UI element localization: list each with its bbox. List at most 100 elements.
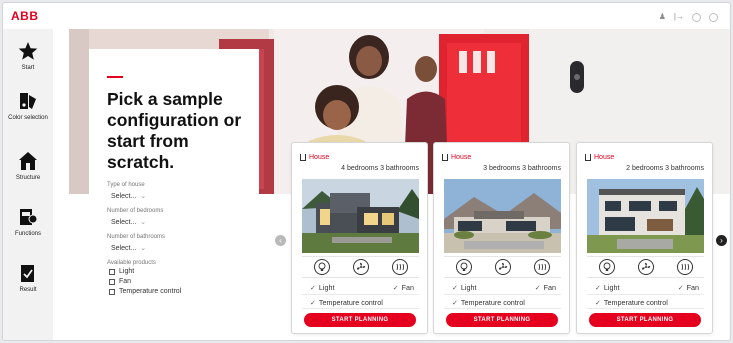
check-icon: ✓ (392, 285, 399, 292)
check-icon: ✓ (310, 285, 316, 292)
feature-light: ✓ Light (595, 283, 620, 292)
card-rooms: 4 bedrooms 3 bathrooms (341, 165, 419, 172)
chevron-right-icon: › (720, 236, 723, 245)
feature-fan: ✓ Fan (392, 283, 414, 292)
features-row: ✓ Light ✓ Fan (452, 283, 556, 292)
sidebar-item-color-selection[interactable]: Color selection (3, 91, 53, 122)
feature-fan: ✓ Fan (534, 283, 556, 292)
product-checkbox-fan[interactable]: Fan (109, 277, 257, 287)
top-toolbar: ♟ |→ (659, 12, 718, 22)
sidebar-item-label: Color selection (8, 115, 48, 121)
card-rooms: 3 bedrooms 3 bathrooms (483, 165, 561, 172)
check-icon: ✓ (534, 285, 541, 292)
light-bulb-icon (455, 259, 472, 275)
product-icons-row (587, 256, 704, 278)
exit-icon[interactable]: |→ (674, 12, 684, 22)
divider (587, 308, 704, 309)
start-planning-button[interactable]: START PLANNING (446, 313, 558, 327)
accent-line (107, 76, 123, 78)
house-photo (444, 179, 561, 253)
sidebar-item-result[interactable]: Result (3, 263, 53, 294)
temperature-icon (533, 259, 550, 275)
house-illustration (587, 179, 704, 253)
check-icon: ✓ (452, 300, 458, 307)
page-title: Pick a sample configuration or start fro… (107, 89, 242, 172)
features-row: ✓ Light ✓ Fan (310, 283, 414, 292)
filter-form: Type of house Select... ⌄ Number of bedro… (107, 181, 257, 297)
star-icon (18, 42, 38, 60)
card-tag: House (442, 154, 471, 161)
feature-fan: ✓ Fan (677, 283, 699, 292)
sidebar: Start Color selection Structure Function… (3, 29, 53, 340)
check-icon: ✓ (452, 285, 458, 292)
house-illustration (302, 179, 419, 253)
bathrooms-label: Number of bathrooms (107, 234, 166, 240)
house-photo (587, 179, 704, 253)
product-checkbox-temperature[interactable]: Temperature control (109, 287, 257, 297)
chevron-down-icon: ⌄ (140, 245, 147, 252)
card-rooms: 2 bedrooms 3 bathrooms (626, 165, 704, 172)
config-card[interactable]: House 4 bedrooms 3 bathrooms ✓ Light ✓ F… (291, 142, 428, 334)
fan-icon (637, 259, 654, 275)
carousel-next-button[interactable]: › (716, 235, 727, 246)
sidebar-item-label: Result (19, 287, 37, 293)
divider (302, 308, 419, 309)
products-label: Available products (107, 260, 156, 266)
check-icon: ✓ (595, 285, 601, 292)
abb-logo[interactable]: ABB (11, 9, 39, 23)
fan-icon (352, 259, 369, 275)
check-icon: ✓ (677, 285, 684, 292)
start-planning-button[interactable]: START PLANNING (589, 313, 701, 327)
divider (302, 294, 419, 295)
feature-temperature: ✓ Temperature control (452, 298, 525, 307)
sidebar-item-label: Functions (14, 231, 41, 237)
card-tag: House (585, 154, 614, 161)
sidebar-item-label: Structure (15, 175, 41, 181)
checkbox[interactable] (109, 289, 115, 295)
check-icon: ✓ (310, 300, 316, 307)
light-bulb-icon (313, 259, 330, 275)
chevron-down-icon: ⌄ (140, 193, 147, 200)
house-type-label: Type of house (107, 182, 145, 188)
house-type-select[interactable]: Select... ⌄ (111, 192, 257, 201)
light-bulb-icon (598, 259, 615, 275)
checkbox[interactable] (109, 279, 115, 285)
home-outline-icon (442, 154, 448, 161)
sidebar-item-functions[interactable]: Functions (3, 207, 53, 238)
chevron-down-icon: ⌄ (140, 219, 147, 226)
result-clipboard-icon (21, 265, 34, 282)
card-tag: House (300, 154, 329, 161)
start-planning-button[interactable]: START PLANNING (304, 313, 416, 327)
bedrooms-label: Number of bedrooms (107, 208, 164, 214)
feature-light: ✓ Light (310, 283, 335, 292)
fan-icon (494, 259, 511, 275)
bathrooms-select[interactable]: Select... ⌄ (111, 244, 257, 253)
feature-light: ✓ Light (452, 283, 477, 292)
color-palette-icon (20, 93, 36, 109)
config-card[interactable]: House 3 bedrooms 3 bathrooms ✓ Light ✓ F… (433, 142, 570, 334)
feature-temperature: ✓ Temperature control (310, 298, 383, 307)
help-icon[interactable] (692, 12, 701, 22)
bedrooms-select[interactable]: Select... ⌄ (111, 218, 257, 227)
product-checkbox-light[interactable]: Light (109, 267, 257, 277)
sidebar-item-label: Start (21, 65, 35, 71)
divider (444, 308, 561, 309)
carousel-prev-button[interactable]: ‹ (275, 235, 286, 246)
config-card[interactable]: House 2 bedrooms 3 bathrooms ✓ Light ✓ F… (576, 142, 713, 334)
checkbox[interactable] (109, 269, 115, 275)
product-icons-row (444, 256, 561, 278)
house-icon (19, 152, 37, 170)
sidebar-item-structure[interactable]: Structure (3, 151, 53, 182)
check-icon: ✓ (595, 300, 601, 307)
product-icons-row (302, 256, 419, 278)
chevron-left-icon: ‹ (279, 236, 282, 245)
functions-icon (20, 209, 38, 225)
feature-temperature: ✓ Temperature control (595, 298, 668, 307)
features-row: ✓ Light ✓ Fan (595, 283, 699, 292)
app-window: ABB ♟ |→ Start Color selection Structure… (2, 2, 731, 341)
sidebar-item-start[interactable]: Start (3, 41, 53, 72)
user-icon[interactable]: ♟ (659, 12, 666, 22)
divider (444, 294, 561, 295)
settings-icon[interactable] (709, 12, 718, 22)
home-outline-icon (300, 154, 306, 161)
